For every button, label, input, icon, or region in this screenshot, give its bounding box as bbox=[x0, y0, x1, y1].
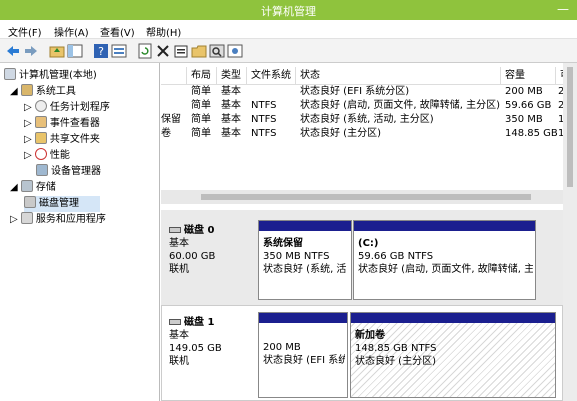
column-volume[interactable] bbox=[161, 67, 187, 85]
tree-shared-folders[interactable]: ▷ 共享文件夹 bbox=[24, 132, 100, 148]
table-row[interactable]: 保留 简单 基本 NTFS 状态良好 (系统, 活动, 主分区) 350 MB … bbox=[161, 113, 563, 127]
vertical-scrollbar[interactable] bbox=[563, 63, 577, 401]
tools-icon bbox=[20, 84, 33, 96]
tree-disk-management[interactable]: 磁盘管理 bbox=[24, 196, 100, 212]
table-row[interactable]: 简单 基本 NTFS 状态良好 (启动, 页面文件, 故障转储, 主分区) 59… bbox=[161, 99, 563, 113]
partition-c[interactable]: (C:) 59.66 GB NTFS 状态良好 (启动, 页面文件, 故障转储, 主 bbox=[353, 220, 536, 300]
help-icon[interactable]: ? bbox=[93, 43, 109, 59]
svg-text:?: ? bbox=[98, 45, 104, 58]
column-filesystem[interactable]: 文件系统 bbox=[247, 67, 296, 85]
scroll-thumb[interactable] bbox=[567, 67, 573, 187]
tree-device-manager[interactable]: 设备管理器 bbox=[36, 164, 101, 180]
tree-task-scheduler[interactable]: ▷ 任务计划程序 bbox=[24, 100, 110, 116]
delete-icon[interactable] bbox=[155, 43, 171, 59]
clock-icon bbox=[34, 100, 47, 112]
partition-system-reserved[interactable]: 系统保留 350 MB NTFS 状态良好 (系统, 活 bbox=[258, 220, 352, 300]
computer-icon bbox=[4, 68, 16, 80]
partition-new-volume[interactable]: 新加卷 148.85 GB NTFS 状态良好 (主分区) bbox=[350, 312, 556, 398]
disk-management-icon bbox=[24, 196, 36, 208]
show-tree-icon[interactable] bbox=[67, 43, 83, 59]
volume-list: 布局 类型 文件系统 状态 容量 可 简单 基本 状态良好 (EFI 系统分区)… bbox=[161, 63, 577, 203]
console-icon[interactable] bbox=[111, 43, 127, 59]
performance-icon bbox=[34, 148, 47, 160]
properties-icon[interactable] bbox=[173, 43, 189, 59]
column-capacity[interactable]: 容量 bbox=[501, 67, 556, 85]
toolbar: ? bbox=[0, 39, 577, 63]
minimize-button[interactable]: — bbox=[557, 2, 569, 16]
partition-bar bbox=[259, 313, 347, 323]
menu-file[interactable]: 文件(F) bbox=[8, 24, 42, 39]
tree-event-viewer[interactable]: ▷ 事件查看器 bbox=[24, 116, 100, 132]
menu-bar: 文件(F) 操作(A) 查看(V) 帮助(H) bbox=[0, 20, 577, 39]
disk-map: 磁盘 0 基本 60.00 GB 联机 系统保留 350 MB NTFS 状态良好 … bbox=[45, 210, 563, 401]
column-status[interactable]: 状态 bbox=[296, 67, 501, 85]
services-icon bbox=[20, 212, 33, 224]
tree-services[interactable]: ▷ 服务和应用程序 bbox=[10, 212, 106, 228]
tree-root[interactable]: 计算机管理(本地) bbox=[4, 68, 97, 84]
shared-folder-icon bbox=[34, 132, 47, 144]
refresh-icon[interactable] bbox=[137, 43, 153, 59]
expand-arrow-icon[interactable]: ▷ bbox=[24, 102, 35, 113]
table-row[interactable]: 卷 简单 基本 NTFS 状态良好 (主分区) 148.85 GB 14 bbox=[161, 127, 563, 141]
disk-1-header[interactable]: 磁盘 1 基本 149.05 GB 联机 bbox=[161, 316, 254, 368]
collapse-arrow-icon[interactable]: ◢ bbox=[10, 86, 21, 97]
title-bar: 计算机管理 — bbox=[0, 0, 577, 20]
tree-performance[interactable]: ▷ 性能 bbox=[24, 148, 70, 164]
disk-icon bbox=[169, 227, 181, 233]
search-icon[interactable] bbox=[209, 43, 225, 59]
up-folder-icon[interactable] bbox=[49, 43, 65, 59]
disk-0-header[interactable]: 磁盘 0 基本 60.00 GB 联机 bbox=[161, 224, 254, 276]
table-row[interactable]: 简单 基本 状态良好 (EFI 系统分区) 200 MB 20 bbox=[161, 85, 563, 99]
collapse-arrow-icon[interactable]: ◢ bbox=[10, 182, 21, 193]
menu-help[interactable]: 帮助(H) bbox=[146, 24, 181, 39]
expand-arrow-icon[interactable]: ▷ bbox=[24, 134, 35, 145]
expand-arrow-icon[interactable]: ▷ bbox=[24, 150, 35, 161]
menu-action[interactable]: 操作(A) bbox=[54, 24, 89, 39]
expand-arrow-icon[interactable]: ▷ bbox=[10, 214, 21, 225]
event-viewer-icon bbox=[34, 116, 47, 128]
dashed-arrow-icon bbox=[45, 351, 148, 387]
tree-storage[interactable]: ◢ 存储 bbox=[10, 180, 56, 196]
storage-icon bbox=[20, 180, 33, 192]
device-manager-icon bbox=[36, 164, 48, 176]
column-layout[interactable]: 布局 bbox=[187, 67, 217, 85]
forward-icon[interactable] bbox=[23, 43, 39, 59]
menu-view[interactable]: 查看(V) bbox=[100, 24, 135, 39]
partition-bar bbox=[354, 221, 535, 231]
partition-efi[interactable]: 200 MB 状态良好 (EFI 系统 bbox=[258, 312, 348, 398]
expand-arrow-icon[interactable]: ▷ bbox=[24, 118, 35, 129]
tree-system-tools[interactable]: ◢ 系统工具 bbox=[10, 84, 76, 100]
open-icon[interactable] bbox=[191, 43, 207, 59]
scroll-thumb[interactable] bbox=[201, 194, 531, 200]
column-type[interactable]: 类型 bbox=[217, 67, 247, 85]
partition-bar bbox=[351, 313, 555, 323]
settings-icon[interactable] bbox=[227, 43, 243, 59]
window-title: 计算机管理 bbox=[261, 5, 316, 18]
disk-icon bbox=[169, 319, 181, 325]
horizontal-scrollbar[interactable] bbox=[161, 190, 563, 204]
partition-bar bbox=[259, 221, 351, 231]
back-icon[interactable] bbox=[5, 43, 21, 59]
